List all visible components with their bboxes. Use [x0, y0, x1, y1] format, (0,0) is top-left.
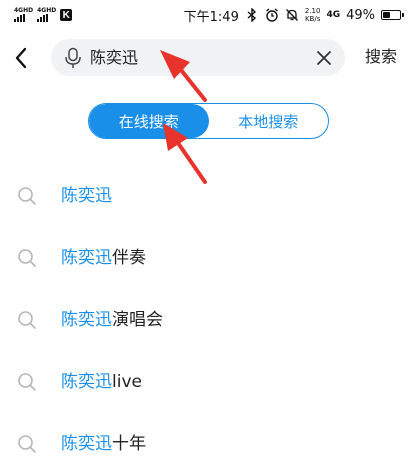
suggestion-rest: 演唱会	[112, 310, 163, 330]
signal-bars-icon	[37, 14, 49, 22]
suggestion-highlight: 陈奕迅	[61, 186, 112, 206]
suggestion-highlight: 陈奕迅	[61, 248, 112, 268]
search-header: 陈奕迅 搜索	[0, 38, 413, 78]
battery-icon	[381, 10, 404, 20]
suggestion-text: 陈奕迅	[61, 185, 112, 207]
status-right: 下午1:49 2.10 KB/s 4G 49%	[183, 6, 404, 25]
tab-local-search[interactable]: 本地搜索	[209, 104, 329, 138]
list-item[interactable]: 陈奕迅	[0, 166, 413, 228]
suggestion-highlight: 陈奕迅	[61, 310, 112, 330]
signal-1: 4GHD	[14, 8, 33, 22]
search-button[interactable]: 搜索	[365, 47, 397, 67]
network-speed: 2.10 KB/s	[305, 7, 321, 23]
suggestion-rest: 伴奏	[112, 248, 146, 268]
tab-online-search[interactable]: 在线搜索	[89, 104, 209, 138]
clear-icon[interactable]	[313, 47, 335, 69]
list-item[interactable]: 陈奕迅伴奏	[0, 228, 413, 290]
search-mode-switch: 在线搜索 本地搜索	[88, 103, 329, 139]
list-item[interactable]: 陈奕迅演唱会	[0, 290, 413, 352]
back-button[interactable]	[6, 42, 36, 74]
signal-1-label: 4G	[14, 7, 24, 14]
speed-unit: KB/s	[304, 15, 321, 23]
alarm-icon	[265, 8, 279, 22]
status-bar: 4GHD 4GHD K 下午1:49 2.10 KB/s 4G 49%	[0, 0, 413, 30]
signal-2: 4GHD	[37, 8, 56, 22]
suggestion-text: 陈奕迅演唱会	[61, 309, 163, 331]
signal-2-label: 4G	[37, 7, 47, 14]
status-time: 下午1:49	[183, 9, 239, 25]
list-item[interactable]: 陈奕迅live	[0, 352, 413, 414]
signal-bars-icon	[14, 14, 25, 22]
search-value: 陈奕迅	[90, 48, 139, 67]
list-item[interactable]: 陈奕迅十年	[0, 414, 413, 476]
microphone-icon[interactable]	[63, 47, 83, 69]
back-arrow-icon	[15, 47, 27, 69]
bluetooth-icon	[245, 8, 259, 22]
search-icon	[18, 311, 36, 329]
suggestion-text: 陈奕迅live	[61, 371, 142, 393]
suggestion-text: 陈奕迅十年	[61, 433, 146, 455]
search-input[interactable]: 陈奕迅	[51, 39, 345, 76]
suggestion-highlight: 陈奕迅	[61, 372, 112, 392]
signal-1-sup: HD	[23, 7, 34, 14]
app-k-icon: K	[60, 9, 73, 21]
battery-percent: 49%	[346, 7, 375, 23]
signal-2-sup: HD	[46, 7, 57, 14]
search-icon	[18, 187, 36, 205]
speed-value: 2.10	[304, 7, 321, 15]
battery-fill	[383, 12, 390, 18]
search-icon	[18, 373, 36, 391]
search-icon	[18, 435, 36, 453]
search-icon	[18, 249, 36, 267]
suggestion-rest: live	[112, 372, 142, 392]
suggestion-rest: 十年	[112, 434, 146, 454]
suggestion-highlight: 陈奕迅	[61, 434, 112, 454]
mute-icon	[285, 8, 299, 22]
network-type: 4G	[326, 10, 341, 20]
status-left: 4GHD 4GHD K	[14, 8, 73, 22]
suggestion-text: 陈奕迅伴奏	[61, 247, 146, 269]
suggestion-list: 陈奕迅 陈奕迅伴奏 陈奕迅演唱会 陈奕迅live 陈奕迅十年	[0, 166, 413, 476]
